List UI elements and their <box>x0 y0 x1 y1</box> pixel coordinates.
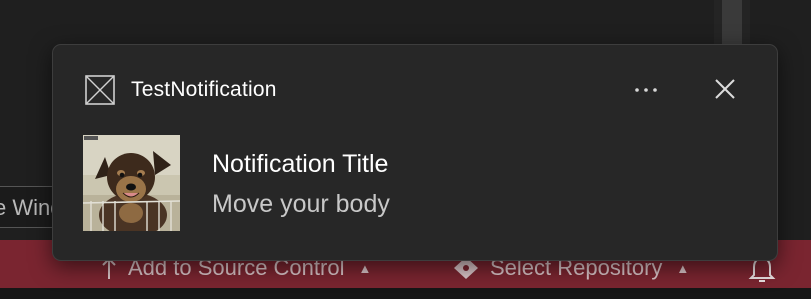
caret-up-icon: ▲ <box>676 260 690 276</box>
app-placeholder-icon <box>85 75 115 105</box>
app-name: TestNotification <box>131 78 277 101</box>
close-button[interactable] <box>707 71 743 107</box>
toast-notification[interactable]: TestNotification Notification Title Move… <box>52 44 778 261</box>
background-input-text: e Wind <box>0 195 60 220</box>
more-icon <box>635 88 657 92</box>
desktop: e Wind Add to Source Control ▲ Select Re… <box>0 0 811 299</box>
more-options-button[interactable] <box>627 73 665 107</box>
dog-photo-icon <box>83 135 180 231</box>
background-input-field[interactable]: e Wind <box>0 186 60 228</box>
notification-title: Notification Title <box>212 150 389 178</box>
toast-header: TestNotification <box>85 75 277 105</box>
taskbar-strip <box>0 288 811 299</box>
close-icon <box>715 79 735 99</box>
toast-body: Notification Title Move your body <box>212 147 390 221</box>
notification-image <box>83 135 180 231</box>
notification-message: Move your body <box>212 190 390 218</box>
caret-up-icon: ▲ <box>358 260 372 276</box>
